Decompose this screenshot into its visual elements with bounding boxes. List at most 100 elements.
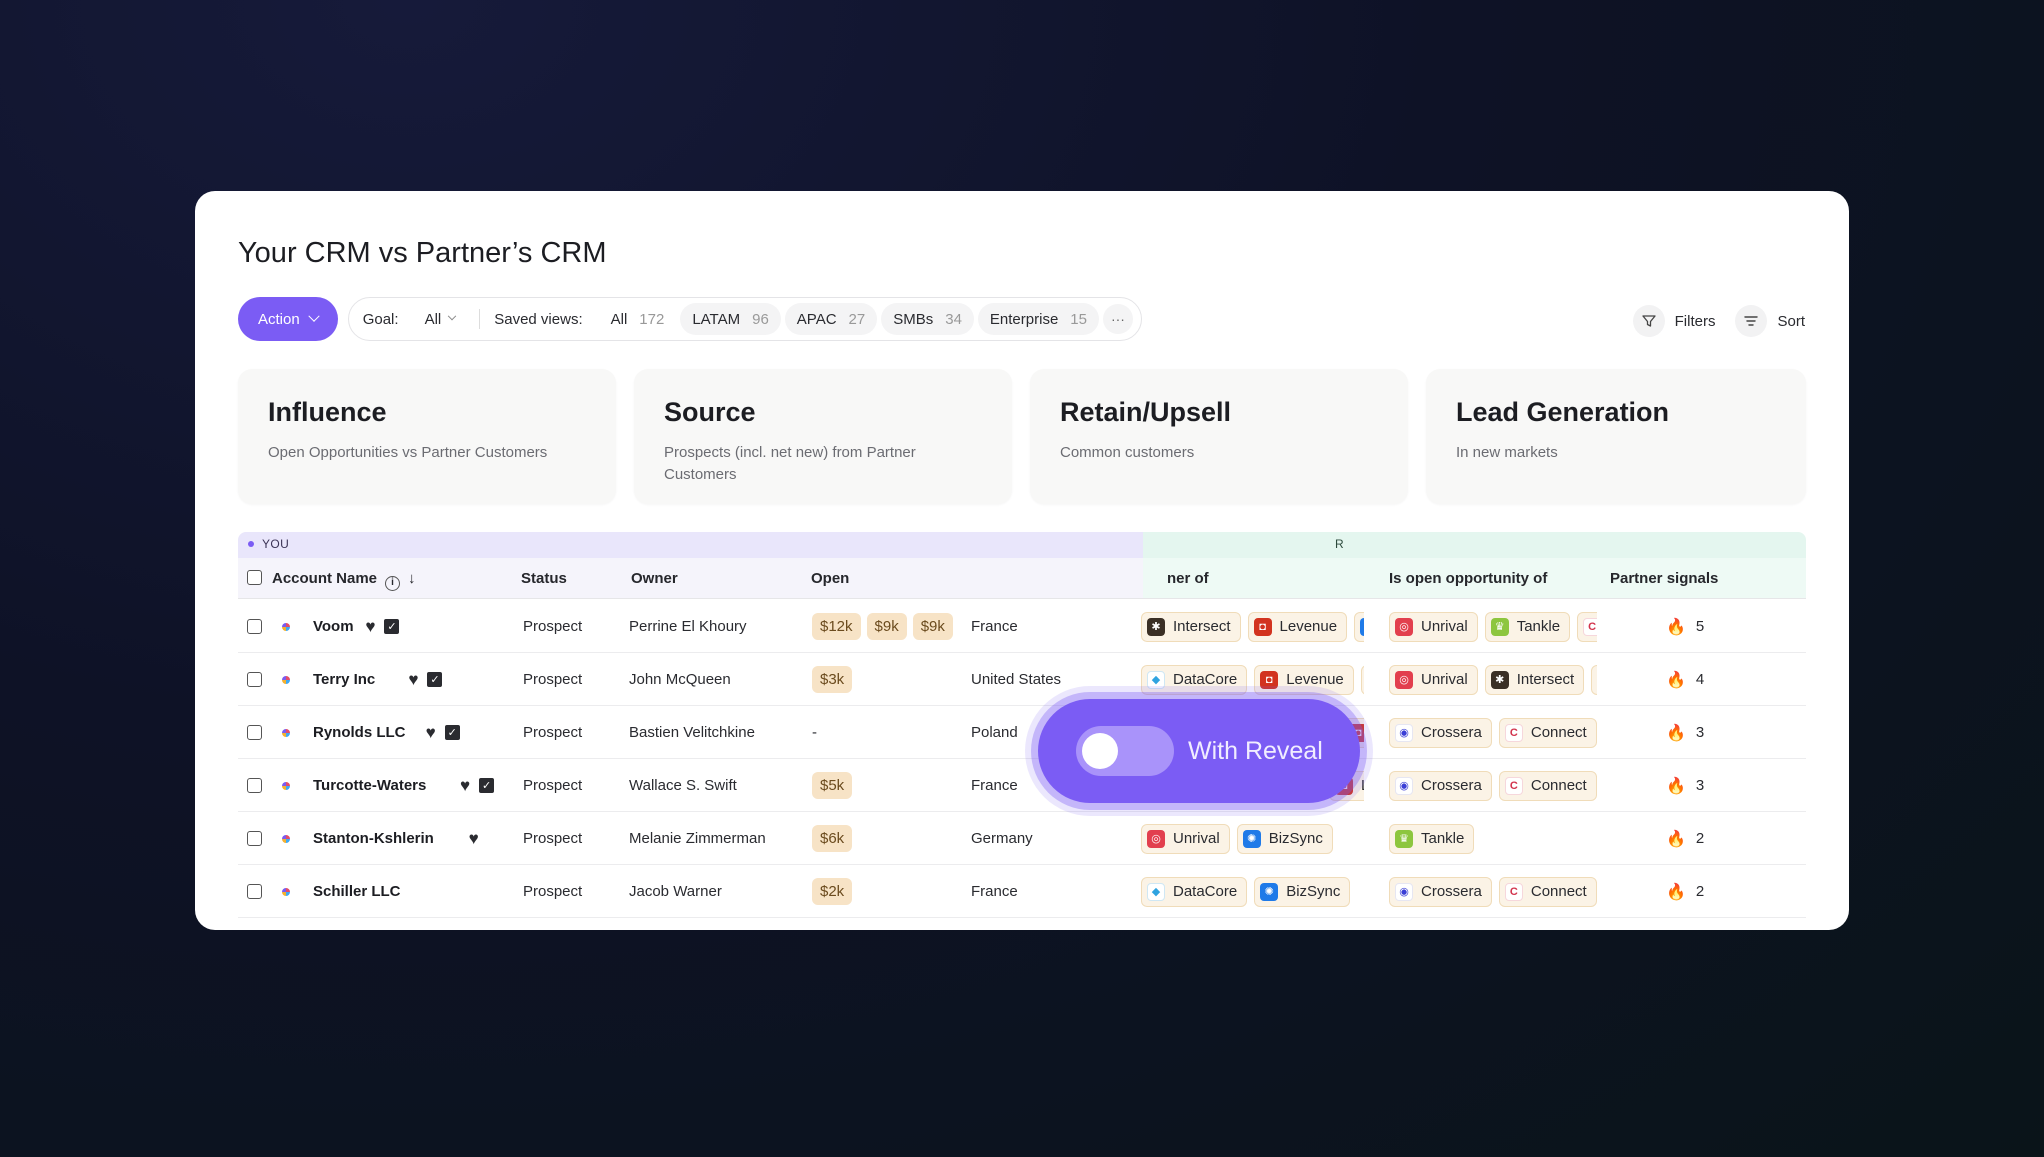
partner-band	[1143, 532, 1806, 558]
partner-name: Connect	[1530, 724, 1587, 741]
partner-chip[interactable]: C	[1577, 611, 1597, 642]
row-checkbox[interactable]	[247, 831, 262, 846]
check-flag-icon[interactable]: ✓	[427, 672, 443, 687]
salesforce-icon	[280, 886, 292, 898]
header-status[interactable]: Status	[521, 570, 567, 587]
heart-icon[interactable]: ♥	[460, 777, 470, 794]
partner-chip[interactable]: ◉ Crossera	[1389, 717, 1492, 748]
partner-signals-cell: 🔥 2	[1666, 812, 1704, 865]
goal-desc: Common customers	[1060, 444, 1195, 461]
check-flag-icon[interactable]: ✓	[479, 778, 495, 793]
toggle-knob	[1082, 733, 1118, 769]
goal-card-source[interactable]: Source Prospects (incl. net new) from Pa…	[634, 369, 1012, 504]
heart-icon[interactable]: ♥	[408, 671, 418, 688]
account-name[interactable]: Stanton-Kshlerin	[313, 812, 434, 865]
partner-chip[interactable]: ✱ Intersect	[1141, 611, 1241, 642]
filters-button[interactable]: Filters	[1632, 305, 1715, 337]
status-cell: Prospect	[523, 724, 583, 741]
account-icons: ♥ ✓	[426, 706, 460, 759]
salesforce-icon-cell	[280, 600, 292, 653]
divider	[479, 309, 481, 329]
salesforce-icon	[280, 727, 292, 739]
row-checkbox[interactable]	[247, 778, 262, 793]
header-account[interactable]: Account Name i ↓	[272, 570, 416, 591]
row-checkbox[interactable]	[247, 672, 262, 687]
account-name[interactable]: Turcotte-Waters	[313, 759, 426, 812]
partner-chip[interactable]: ◆ DataCore	[1141, 876, 1248, 907]
account-name[interactable]: Terry Inc	[313, 653, 375, 706]
row-checkbox[interactable]	[247, 884, 262, 899]
view-apac[interactable]: APAC 27	[784, 303, 878, 335]
chevron-down-icon	[308, 310, 320, 322]
goal-label: Goal:	[362, 310, 399, 328]
status-cell: Prospect	[523, 618, 583, 635]
header-open-opportunity-of[interactable]: Is open opportunity of	[1389, 570, 1547, 587]
goal-card-lead-generation[interactable]: Lead Generation In new markets	[1426, 369, 1806, 504]
partner-chip[interactable]: ✺ BizSync	[1254, 876, 1351, 907]
row-checkbox-cell	[247, 812, 262, 865]
action-label: Action	[258, 310, 300, 328]
view-enterprise[interactable]: Enterprise 15	[977, 303, 1099, 335]
open-amounts-cell: -	[812, 706, 817, 759]
partner-chip[interactable]: ✺ BizSync	[1236, 823, 1333, 854]
row-checkbox[interactable]	[247, 619, 262, 634]
partner-name: Intersect	[1173, 618, 1231, 635]
view-smbs[interactable]: SMBs 34	[881, 303, 974, 335]
view-latam[interactable]: LATAM 96	[680, 303, 781, 335]
partner-chip[interactable]: C Connect	[1498, 876, 1597, 907]
header-owner[interactable]: Owner	[631, 570, 678, 587]
partner-chip[interactable]: ✺BizSyn	[1354, 611, 1364, 642]
account-icons: ♥	[469, 812, 479, 865]
goal-select[interactable]: All	[425, 311, 457, 328]
more-views-button[interactable]: ···	[1102, 304, 1133, 334]
reveal-toggle[interactable]: With Reveal	[1038, 699, 1360, 803]
partner-chip[interactable]: ◎ Unrival	[1389, 664, 1478, 695]
partner-chip[interactable]: ✺BizSyı	[1360, 664, 1364, 695]
partner-chip[interactable]: ◘ Levenue	[1247, 611, 1348, 642]
partner-chip[interactable]: ◎	[1591, 664, 1597, 695]
header-customer-of[interactable]: ner of	[1167, 570, 1209, 587]
filter-icon	[1632, 305, 1665, 337]
goal-card-retain-upsell[interactable]: Retain/Upsell Common customers	[1030, 369, 1408, 504]
heart-icon[interactable]: ♥	[365, 618, 375, 635]
header-open[interactable]: Open	[811, 570, 849, 587]
row-checkbox-cell	[247, 865, 262, 918]
partner-chip[interactable]: ◉ Crossera	[1389, 876, 1492, 907]
account-name[interactable]: Voom	[313, 600, 354, 653]
open_opp_of-cell: ◎ Unrival ✱ Intersect ◎	[1389, 653, 1597, 706]
sort-down-icon[interactable]: ↓	[408, 570, 416, 587]
partner-chip[interactable]: ◘ Levenue	[1254, 664, 1354, 695]
info-icon[interactable]: i	[385, 576, 401, 591]
partner-chip[interactable]: ◎ Unrival	[1389, 611, 1478, 642]
account-name[interactable]: Rynolds LLC	[313, 706, 406, 759]
header-partner-signals[interactable]: Partner signals	[1610, 570, 1718, 587]
crossera-icon: ◉	[1395, 776, 1413, 795]
sort-button[interactable]: Sort	[1735, 305, 1805, 337]
partner-chip[interactable]: C Connect	[1498, 717, 1597, 748]
row-checkbox[interactable]	[247, 725, 262, 740]
partner-chip[interactable]: ✱ Intersect	[1484, 664, 1585, 695]
check-flag-icon[interactable]: ✓	[384, 619, 400, 634]
partner-chip[interactable]: ♛ Tankle	[1484, 611, 1571, 642]
account-name[interactable]: Schiller LLC	[313, 865, 401, 918]
toggle-switch[interactable]	[1076, 726, 1174, 776]
table-row: Turcotte-Waters ♥ ✓ Prospect Wallace S. Swif…	[238, 759, 1806, 812]
partner-name: Connect	[1530, 777, 1587, 794]
partner-signals-cell: 🔥 3	[1666, 759, 1704, 812]
goal-desc: In new markets	[1456, 444, 1558, 461]
heart-icon[interactable]: ♥	[469, 830, 479, 847]
action-button[interactable]: Action	[238, 297, 338, 341]
you-label: YOU	[262, 537, 290, 551]
partner-chip[interactable]: ◆ DataCore	[1141, 664, 1248, 695]
partner-chip[interactable]: ◎ Unrival	[1141, 823, 1230, 854]
view-all[interactable]: All 172	[599, 303, 677, 335]
check-flag-icon[interactable]: ✓	[444, 725, 460, 740]
goal-card-influence[interactable]: Influence Open Opportunities vs Partner …	[238, 369, 616, 504]
select-all-checkbox[interactable]	[247, 570, 262, 585]
partner-chip[interactable]: ♛ Tankle	[1389, 823, 1475, 854]
partner-chip[interactable]: C Connect	[1498, 770, 1597, 801]
heart-icon[interactable]: ♥	[426, 724, 436, 741]
open_opp_of-cell: ◉ Crossera C Connect	[1389, 706, 1597, 759]
partner-chip[interactable]: ◉ Crossera	[1389, 770, 1492, 801]
checkbox[interactable]	[247, 570, 262, 585]
